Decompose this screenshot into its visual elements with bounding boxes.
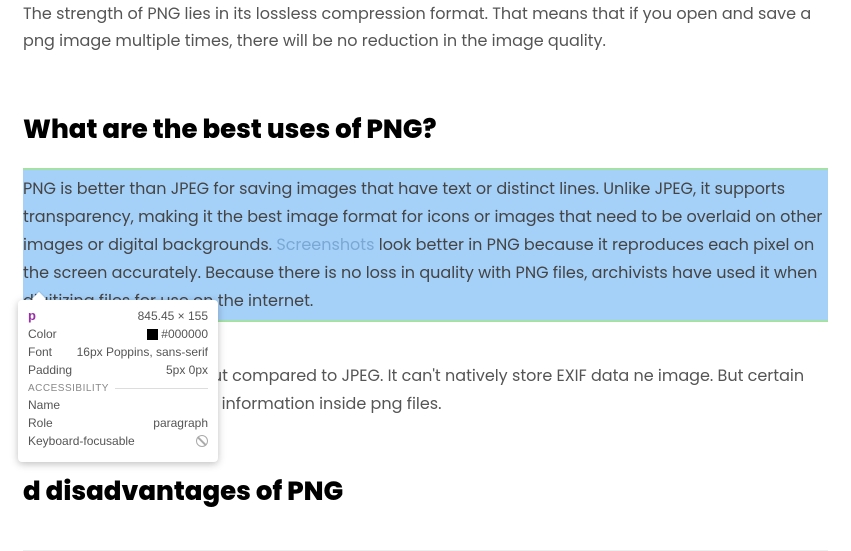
tooltip-element-tag: p: [28, 308, 36, 323]
tooltip-dimensions: 845.45 × 155: [138, 309, 208, 323]
screenshots-link[interactable]: Screenshots: [276, 233, 374, 256]
tooltip-font-value: 16px Poppins, sans-serif: [77, 345, 208, 359]
intro-paragraph: The strength of PNG lies in its lossless…: [23, 0, 828, 54]
tooltip-color-label: Color: [28, 327, 57, 341]
tooltip-a11y-kf-label: Keyboard-focusable: [28, 434, 135, 448]
tooltip-accessibility-section: ACCESSIBILITY: [28, 383, 109, 394]
tooltip-padding-label: Padding: [28, 363, 72, 377]
tooltip-a11y-role-label: Role: [28, 416, 53, 430]
heading-disadvantages-partial: d disadvantages of PNG: [23, 476, 828, 510]
tooltip-font-label: Font: [28, 345, 52, 359]
tooltip-a11y-name-label: Name: [28, 398, 60, 412]
tooltip-color-value: #000000: [147, 327, 208, 341]
heading-best-uses: What are the best uses of PNG?: [23, 114, 828, 148]
devtools-inspect-tooltip: p 845.45 × 155 Color #000000 Font 16px P…: [18, 300, 218, 462]
tooltip-separator-line: [115, 388, 208, 389]
not-focusable-icon: [196, 435, 208, 447]
tooltip-padding-value: 5px 0px: [166, 363, 208, 377]
tooltip-a11y-role-value: paragraph: [153, 416, 208, 430]
color-swatch-icon: [147, 329, 158, 340]
